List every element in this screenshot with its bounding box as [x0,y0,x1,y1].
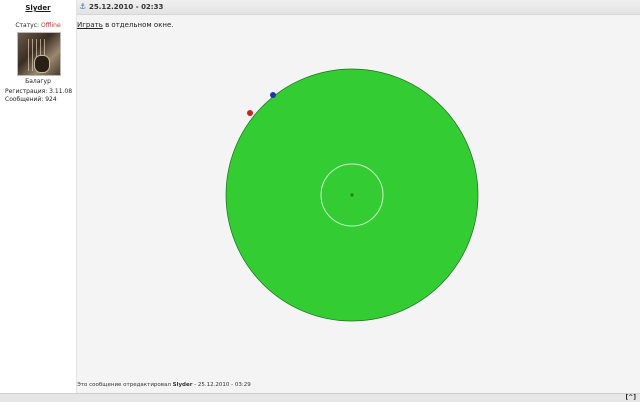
user-status: Статус: Offline [0,22,76,29]
user-rank: Балагур [25,78,51,85]
registration-date: Регистрация: 3.11.08 [5,88,73,95]
center-dot [350,193,354,197]
scroll-top-button[interactable]: [^] [625,394,636,401]
anchor-icon[interactable]: ⚓ [79,2,87,11]
status-label: Статус: [15,22,40,29]
post-header: ⚓ 25.12.2010 - 02:33 [77,0,640,15]
edit-note-date: - 25.12.2010 - 03:29 [192,382,251,388]
user-meta: Регистрация: 3.11.08 Сообщений: 924 [5,88,72,104]
status-value: Offline [40,22,61,29]
username-link[interactable]: Slyder [0,4,76,12]
game-canvas[interactable] [225,67,479,323]
edit-note-user: Slyder [172,382,193,388]
message-count: Сообщений: 924 [5,96,57,103]
red-ball[interactable] [247,110,253,116]
post-date: 25.12.2010 - 02:33 [89,3,164,11]
post-body: Играть в отдельном окне. [77,21,174,29]
edit-note: Это сообщение отредактировал Slyder - 25… [77,382,251,388]
play-link-suffix: в отдельном окне. [102,21,174,29]
avatar-guitar-decoration [34,55,50,73]
avatar[interactable] [17,32,61,76]
user-sidebar: Slyder Статус: Offline Балагур Регистрац… [0,0,77,401]
blue-ball[interactable] [270,92,276,98]
edit-note-prefix: Это сообщение отредактировал [77,382,173,388]
play-link[interactable]: Играть [77,21,103,29]
